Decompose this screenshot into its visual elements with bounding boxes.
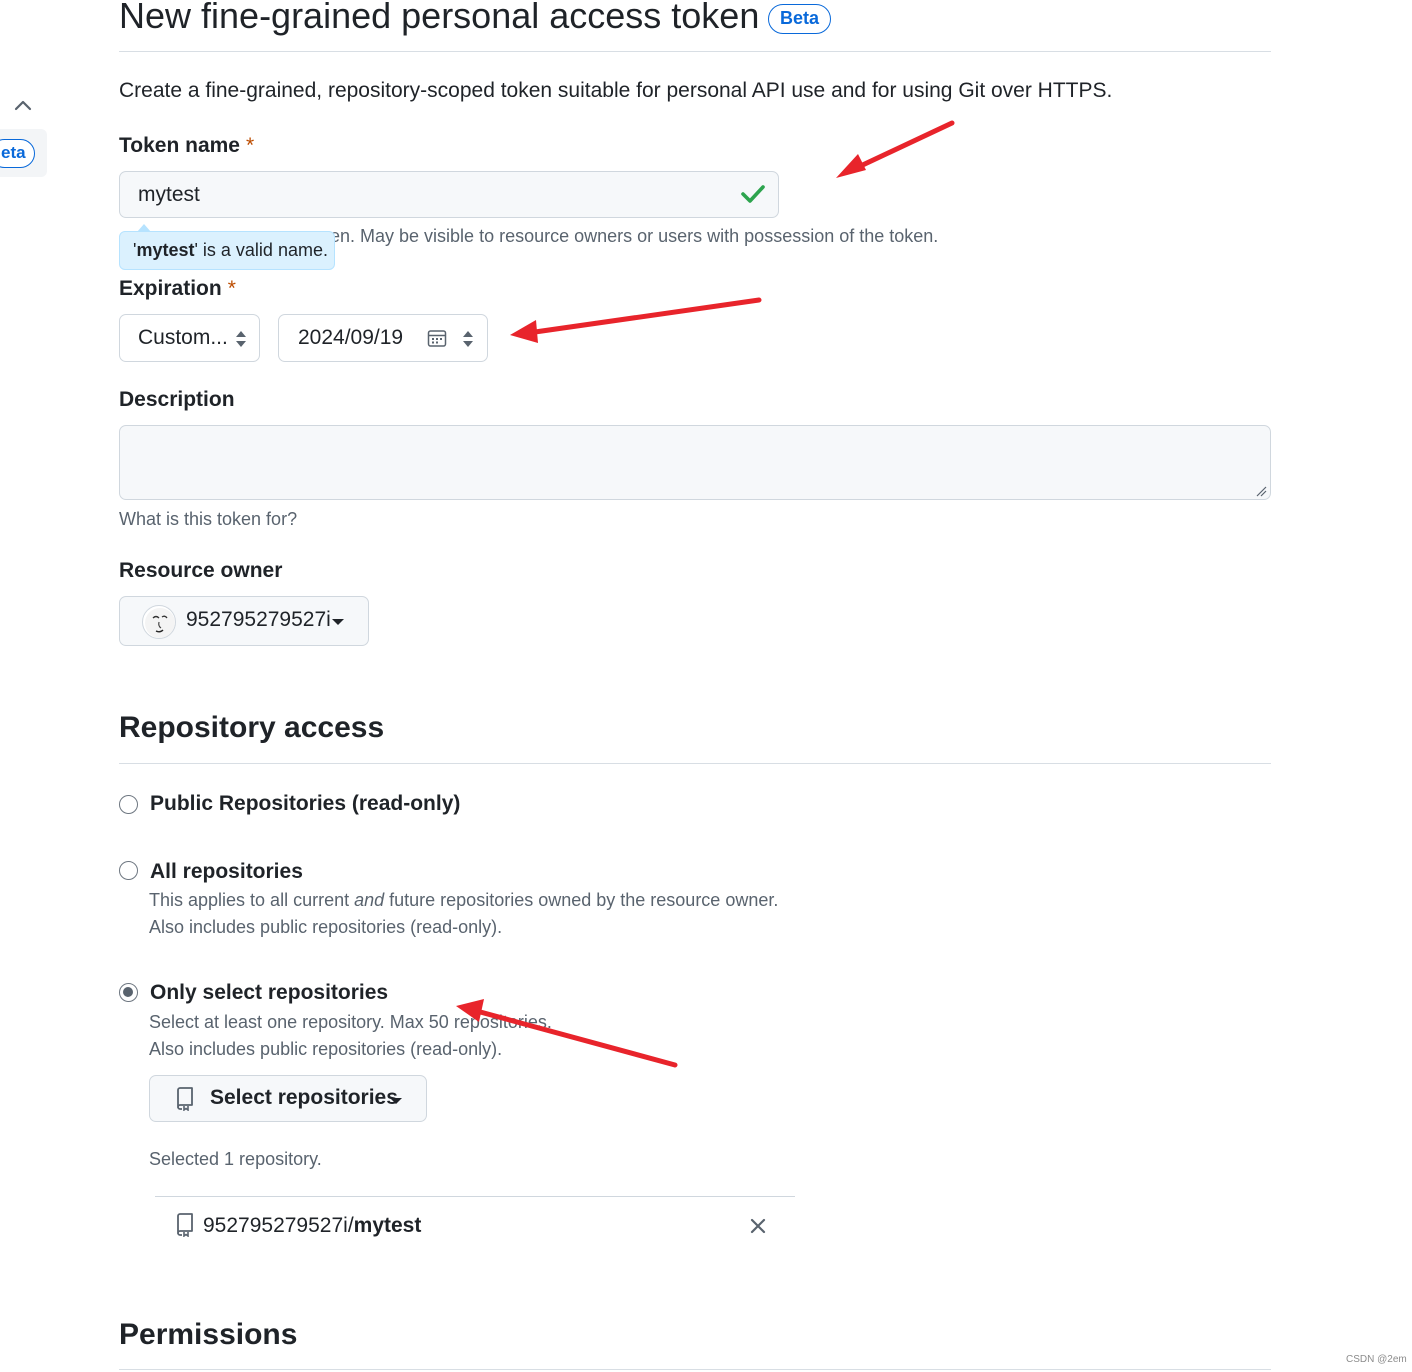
- radio-only-select-repositories[interactable]: [119, 983, 138, 1002]
- section-divider: [119, 763, 1271, 764]
- validation-name: mytest: [136, 240, 195, 260]
- expiration-label: Expiration *: [119, 277, 236, 300]
- repo-icon: [177, 1087, 193, 1111]
- annotation-arrowhead: [510, 320, 538, 343]
- page-intro: Create a fine-grained, repository-scoped…: [119, 79, 1113, 102]
- watermark: CSDN @2em: [1346, 1354, 1407, 1365]
- resize-grip-icon[interactable]: [1255, 485, 1267, 497]
- date-stepper-icon[interactable]: [462, 330, 474, 348]
- annotation-arrow-token-name: [849, 120, 955, 173]
- public-repositories-label[interactable]: Public Repositories (read-only): [150, 792, 460, 816]
- required-mark: *: [227, 277, 236, 300]
- only-select-desc: Select at least one repository. Max 50 r…: [149, 1012, 552, 1032]
- resource-owner-name: 952795279527i: [186, 608, 331, 631]
- sidebar-beta-badge: eta: [0, 139, 35, 168]
- select-repositories-label: Select repositories: [210, 1086, 398, 1109]
- permissions-heading: Permissions: [119, 1318, 298, 1351]
- all-repositories-desc-2: Also includes public repositories (read-…: [149, 917, 503, 937]
- radio-public-repositories[interactable]: [119, 795, 138, 814]
- annotation-arrow-expiration: [525, 297, 762, 336]
- description-textarea[interactable]: [119, 425, 1271, 500]
- token-name-help: en. May be visible to resource owners or…: [330, 226, 939, 246]
- select-updown-icon: [236, 331, 246, 347]
- page-title: New fine-grained personal access token: [119, 0, 760, 36]
- token-name-validation-tooltip: 'mytest' is a valid name.: [119, 231, 335, 270]
- caret-down-icon: [332, 619, 344, 625]
- required-mark: *: [245, 134, 255, 157]
- title-divider: [119, 51, 1271, 52]
- only-select-desc-2: Also includes public repositories (read-…: [149, 1039, 503, 1059]
- selected-repo-divider: [155, 1196, 795, 1197]
- avatar: [142, 605, 176, 639]
- radio-all-repositories[interactable]: [119, 861, 138, 880]
- caret-down-icon: [390, 1098, 402, 1104]
- selected-count: Selected 1 repository.: [149, 1149, 322, 1169]
- description-label: Description: [119, 388, 235, 411]
- repository-access-heading: Repository access: [119, 711, 385, 744]
- only-select-repositories-label[interactable]: Only select repositories: [150, 981, 388, 1005]
- check-icon: [741, 185, 765, 203]
- expiration-select[interactable]: Custom...: [119, 314, 260, 362]
- expiration-date-value: 2024/09/19: [298, 326, 404, 349]
- section-divider: [119, 1369, 1271, 1370]
- close-icon[interactable]: [748, 1216, 768, 1236]
- resource-owner-label: Resource owner: [119, 559, 283, 582]
- calendar-icon[interactable]: [427, 328, 447, 348]
- token-name-label: Token name *: [119, 134, 255, 157]
- expiration-select-value: Custom...: [138, 326, 228, 349]
- selected-repo-name: 952795279527i/mytest: [203, 1214, 422, 1237]
- beta-badge: Beta: [768, 4, 832, 34]
- token-name-input[interactable]: mytest: [119, 171, 779, 218]
- all-repositories-label[interactable]: All repositories: [150, 860, 303, 884]
- expiration-date-input[interactable]: 2024/09/19: [278, 314, 488, 362]
- repo-icon: [177, 1213, 193, 1237]
- chevron-up-icon[interactable]: [12, 94, 34, 116]
- all-repositories-desc: This applies to all current and future r…: [149, 890, 779, 910]
- description-help: What is this token for?: [119, 509, 298, 529]
- annotation-arrowhead: [836, 154, 866, 178]
